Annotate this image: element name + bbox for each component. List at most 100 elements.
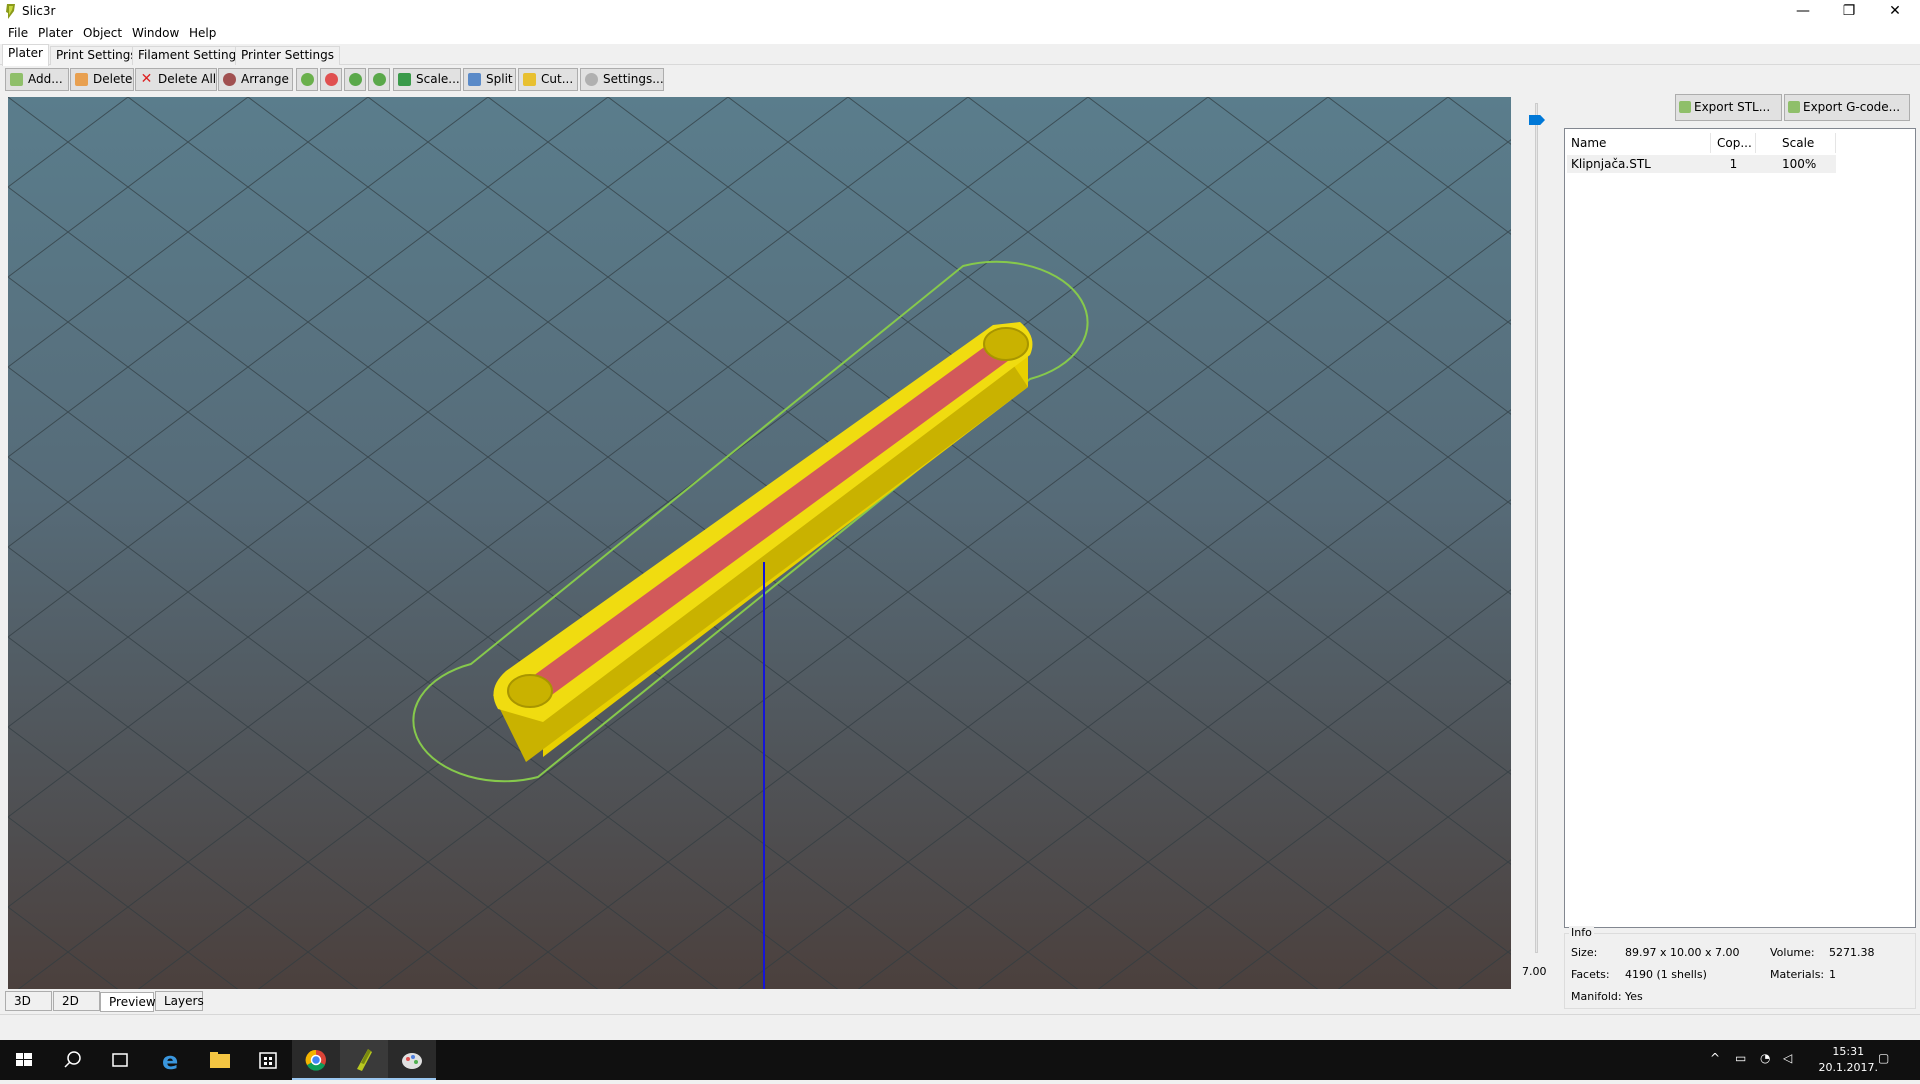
folder-icon (210, 1052, 230, 1068)
cut-button-label: Cut... (541, 72, 574, 86)
tab-layers[interactable]: Layers (155, 991, 204, 1011)
info-size-value: 89.97 x 10.00 x 7.00 (1625, 946, 1740, 959)
plater-toolbar: Add... Delete ✕ Delete All Arrange Scale… (0, 66, 1920, 93)
info-materials-label: Materials: (1770, 968, 1825, 981)
add-icon (10, 73, 23, 86)
delete-button[interactable]: Delete (70, 68, 134, 91)
layer-slider[interactable]: 7.00 (1515, 97, 1559, 989)
close-button[interactable]: ✕ (1872, 0, 1918, 24)
taskbar-clock[interactable]: 15:31 20.1.2017. (1819, 1044, 1878, 1076)
export-gcode-icon (1788, 101, 1800, 113)
slider-track (1535, 103, 1538, 953)
menu-file[interactable]: File (8, 26, 28, 40)
delete-all-button-label: Delete All (158, 72, 217, 86)
taskbar-chrome[interactable] (292, 1040, 340, 1080)
status-bar (0, 1014, 1920, 1039)
chrome-icon (305, 1049, 326, 1071)
taskbar-store[interactable] (244, 1040, 292, 1080)
volume-icon[interactable]: ◁ (1783, 1051, 1792, 1065)
delete-all-icon: ✕ (140, 71, 153, 87)
menu-window[interactable]: Window (132, 26, 179, 40)
info-title: Info (1569, 926, 1594, 939)
rotate-right-button[interactable] (368, 68, 390, 91)
layer-height-value: 7.00 (1522, 965, 1547, 978)
column-header-name[interactable]: Name (1565, 133, 1711, 153)
tab-print-settings[interactable]: Print Settings (50, 46, 143, 65)
tab-2d[interactable]: 2D (53, 991, 100, 1011)
settings-button-label: Settings... (603, 72, 664, 86)
increase-copies-button[interactable] (296, 68, 318, 91)
tab-3d[interactable]: 3D (5, 991, 52, 1011)
scale-button[interactable]: Scale... (393, 68, 461, 91)
tab-plater[interactable]: Plater (2, 44, 49, 66)
row-object-copies: 1 (1711, 155, 1756, 173)
slic3r-logo-icon (6, 4, 15, 19)
taskbar: e ^ ▭ ◔ ◁ 15:31 20.1.2017. ▢ (0, 1040, 1920, 1080)
notifications-icon[interactable]: ▢ (1878, 1051, 1889, 1065)
menu-plater[interactable]: Plater (38, 26, 73, 40)
store-icon (259, 1052, 277, 1069)
decrease-copies-button[interactable] (320, 68, 342, 91)
export-stl-icon (1679, 101, 1691, 113)
plus-icon (301, 73, 314, 86)
task-view-button[interactable] (96, 1040, 144, 1080)
clock-time: 15:31 (1832, 1045, 1865, 1058)
gear-icon (585, 73, 598, 86)
clock-date: 20.1.2017. (1818, 1061, 1878, 1074)
info-volume-value: 5271.38 (1829, 946, 1875, 959)
info-facets-label: Facets: (1571, 968, 1610, 981)
delete-button-label: Delete (93, 72, 133, 86)
battery-icon[interactable]: ▭ (1735, 1051, 1746, 1065)
row-object-scale: 100% (1756, 155, 1836, 173)
column-header-copies[interactable]: Cop... (1711, 133, 1756, 153)
rotate-left-icon (349, 73, 362, 86)
cut-button[interactable]: Cut... (518, 68, 578, 91)
column-header-scale[interactable]: Scale (1756, 133, 1836, 153)
add-button-label: Add... (28, 72, 63, 86)
task-view-icon (112, 1053, 128, 1067)
main-tabs: Plater Print Settings Filament Settings … (0, 44, 1920, 66)
info-panel: Info Size: 89.97 x 10.00 x 7.00 Volume: … (1564, 926, 1916, 1009)
scale-icon (398, 73, 411, 86)
info-manifold-label: Manifold: (1571, 990, 1622, 1003)
slider-thumb[interactable] (1529, 115, 1545, 125)
export-gcode-label: Export G-code... (1803, 100, 1901, 114)
split-button[interactable]: Split (463, 68, 516, 91)
add-button[interactable]: Add... (5, 68, 69, 91)
svg-text:e: e (162, 1047, 178, 1075)
info-size-label: Size: (1571, 946, 1598, 959)
taskbar-paint[interactable] (388, 1040, 436, 1080)
taskbar-file-explorer[interactable] (196, 1040, 244, 1080)
export-stl-button[interactable]: Export STL... (1675, 94, 1782, 121)
edge-icon: e (162, 1047, 178, 1075)
wifi-icon[interactable]: ◔ (1760, 1051, 1770, 1065)
cut-icon (523, 73, 536, 86)
delete-all-button[interactable]: ✕ Delete All (135, 68, 217, 91)
window-title: Slic3r (22, 4, 56, 18)
menu-object[interactable]: Object (83, 26, 122, 40)
menu-help[interactable]: Help (189, 26, 216, 40)
info-materials-value: 1 (1829, 968, 1836, 981)
arrange-button-label: Arrange (241, 72, 289, 86)
tab-filament-settings[interactable]: Filament Settings (132, 46, 249, 65)
settings-button[interactable]: Settings... (580, 68, 664, 91)
row-object-name: Klipnjača.STL (1567, 155, 1711, 173)
search-button[interactable] (48, 1040, 96, 1080)
taskbar-edge[interactable]: e (148, 1040, 196, 1080)
rotate-right-icon (373, 73, 386, 86)
minus-icon (325, 73, 338, 86)
preview-canvas[interactable] (8, 97, 1511, 989)
start-button[interactable] (0, 1040, 48, 1080)
export-gcode-button[interactable]: Export G-code... (1784, 94, 1910, 121)
restore-button[interactable]: ❐ (1826, 0, 1872, 24)
taskbar-slic3r[interactable] (340, 1040, 388, 1080)
info-manifold-value: Yes (1625, 990, 1643, 1003)
view-tabs: 3D 2D Preview Layers (0, 990, 1512, 1012)
show-hidden-icons-icon[interactable]: ^ (1710, 1051, 1720, 1065)
tab-printer-settings[interactable]: Printer Settings (235, 46, 340, 65)
search-icon (64, 1051, 81, 1068)
minimize-button[interactable]: — (1780, 0, 1826, 24)
tab-preview[interactable]: Preview (100, 992, 156, 1012)
arrange-button[interactable]: Arrange (218, 68, 293, 91)
rotate-left-button[interactable] (344, 68, 366, 91)
